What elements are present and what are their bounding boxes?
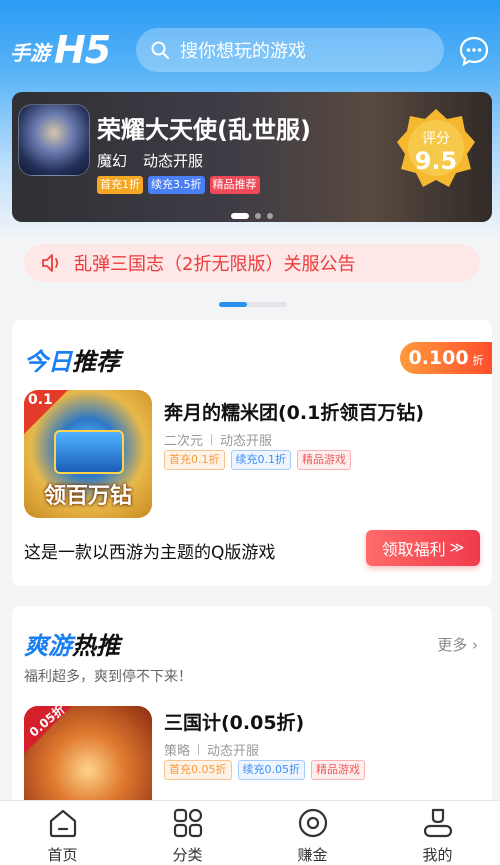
app-logo: 手游 H5 bbox=[10, 28, 111, 72]
game-meta: 策略 动态开服 bbox=[164, 740, 259, 759]
banner-genre: 魔幻 bbox=[97, 152, 128, 170]
game-tag: 首充0.1折 bbox=[164, 450, 225, 470]
tab-home[interactable]: 首页 bbox=[0, 801, 125, 865]
header: 手游 H5 搜你想玩的游戏 荣耀大天使(乱世服) 魔幻 动态开服 首充1折 续充… bbox=[0, 0, 500, 240]
announcement-text: 乱弹三国志（2折无限版）关服公告 bbox=[74, 254, 356, 275]
game-server: 动态开服 bbox=[207, 744, 260, 759]
game-title[interactable]: 三国计(0.05折) bbox=[164, 708, 304, 735]
logo-text-h5: H5 bbox=[54, 28, 111, 72]
discount-value: 0.100 bbox=[408, 347, 469, 369]
meta-divider bbox=[198, 744, 200, 755]
game-tag: 续充0.05折 bbox=[237, 760, 305, 780]
banner-meta: 魔幻 动态开服 bbox=[97, 150, 203, 171]
tab-label: 首页 bbox=[47, 846, 78, 864]
double-chevron-right-icon: ≫ bbox=[449, 540, 465, 556]
tab-earn[interactable]: 赚金 bbox=[250, 801, 375, 865]
game-icon[interactable]: 0.1 领百万钻 bbox=[24, 390, 152, 518]
game-meta: 二次元 动态开服 bbox=[164, 430, 272, 449]
treasure-chest-icon bbox=[54, 430, 124, 474]
tab-label: 赚金 bbox=[297, 846, 328, 864]
game-description: 这是一款以西游为主题的Q版游戏 bbox=[24, 543, 276, 563]
game-tag: 续充0.1折 bbox=[230, 450, 291, 470]
section-pager-fill bbox=[219, 302, 247, 307]
speaker-icon bbox=[42, 254, 59, 272]
section-pager bbox=[219, 302, 287, 307]
game-tag: 精品游戏 bbox=[297, 450, 351, 470]
game-tags: 首充0.1折 续充0.1折 精品游戏 bbox=[164, 450, 351, 470]
logo-text-cn: 手游 bbox=[10, 41, 50, 65]
game-genre: 策略 bbox=[164, 744, 191, 759]
bottom-tab-bar: 首页 分类 赚金 我的 bbox=[0, 800, 500, 865]
featured-banner[interactable]: 荣耀大天使(乱世服) 魔幻 动态开服 首充1折 续充3.5折 精品推荐 评分 9… bbox=[12, 92, 492, 222]
tab-category[interactable]: 分类 bbox=[125, 801, 250, 865]
category-icon bbox=[173, 808, 202, 838]
banner-game-icon bbox=[18, 104, 90, 176]
tab-profile[interactable]: 我的 bbox=[375, 801, 500, 865]
rating-label: 评分 bbox=[422, 131, 450, 147]
banner-dot[interactable] bbox=[267, 213, 273, 219]
search-icon bbox=[151, 41, 169, 59]
game-tags: 首充0.05折 续充0.05折 精品游戏 bbox=[164, 760, 365, 780]
profile-icon bbox=[423, 808, 452, 838]
rating-badge: 评分 9.5 bbox=[395, 107, 477, 189]
banner-dot[interactable] bbox=[231, 213, 249, 219]
game-server: 动态开服 bbox=[220, 434, 273, 449]
banner-title: 荣耀大天使(乱世服) bbox=[97, 116, 311, 144]
message-icon[interactable] bbox=[458, 35, 490, 67]
tab-label: 分类 bbox=[172, 846, 203, 864]
hot-recommend-card: 爽游热推 更多 › 福利超多，爽到停不下来！ 0.05折 三国计(0.05折) … bbox=[12, 606, 492, 834]
game-tag: 精品游戏 bbox=[311, 760, 365, 780]
section-title-b: 推荐 bbox=[72, 348, 120, 376]
discount-badge: 0.100 折 bbox=[400, 342, 492, 374]
meta-divider bbox=[211, 434, 213, 445]
claim-label: 领取福利 bbox=[381, 540, 446, 559]
game-tag: 首充0.05折 bbox=[164, 760, 232, 780]
banner-tag: 首充1折 bbox=[97, 176, 143, 194]
section-title: 爽游热推 bbox=[24, 626, 120, 661]
claim-benefits-button[interactable]: 领取福利 ≫ bbox=[366, 530, 480, 566]
announcement-bar[interactable]: 乱弹三国志（2折无限版）关服公告 bbox=[24, 244, 480, 282]
tab-label: 我的 bbox=[422, 846, 453, 864]
section-title-a: 爽游 bbox=[24, 632, 72, 660]
banner-pagination bbox=[12, 213, 492, 219]
search-placeholder: 搜你想玩的游戏 bbox=[180, 41, 306, 62]
rating-value: 9.5 bbox=[414, 147, 458, 175]
banner-tags: 首充1折 续充3.5折 精品推荐 bbox=[97, 176, 260, 194]
icon-corner-text: 0.1 bbox=[28, 392, 53, 408]
banner-dot[interactable] bbox=[255, 213, 261, 219]
section-subtitle: 福利超多，爽到停不下来！ bbox=[24, 669, 192, 685]
game-genre: 二次元 bbox=[164, 434, 204, 449]
banner-tag: 精品推荐 bbox=[209, 176, 260, 194]
discount-unit: 折 bbox=[472, 354, 484, 367]
icon-word: 领百万钻 bbox=[43, 484, 132, 509]
coin-icon bbox=[298, 808, 327, 838]
banner-server: 动态开服 bbox=[143, 152, 204, 170]
today-recommend-card: 今日推荐 0.100 折 0.1 领百万钻 奔月的糯米团(0.1折领百万钻) 二… bbox=[12, 320, 492, 586]
section-title-a: 今日 bbox=[24, 348, 72, 376]
section-title-b: 热推 bbox=[72, 632, 120, 660]
search-bar[interactable]: 搜你想玩的游戏 bbox=[136, 28, 444, 72]
more-link[interactable]: 更多 › bbox=[437, 634, 478, 655]
game-title[interactable]: 奔月的糯米团(0.1折领百万钻) bbox=[164, 398, 424, 425]
home-icon bbox=[49, 809, 76, 838]
banner-tag: 续充3.5折 bbox=[148, 176, 205, 194]
section-title: 今日推荐 bbox=[24, 342, 120, 377]
